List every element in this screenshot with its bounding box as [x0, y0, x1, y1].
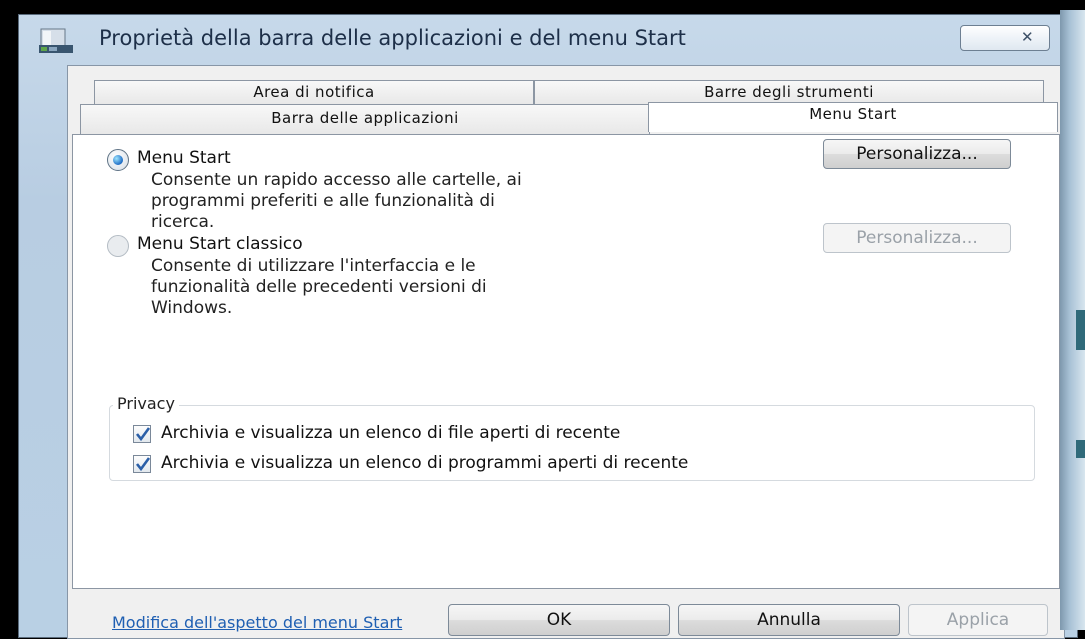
privacy-title: Privacy	[113, 394, 179, 413]
close-icon: ✕	[1021, 28, 1034, 46]
recent-files-label: Archivia e visualizza un elenco di file …	[161, 423, 621, 443]
background-decoration	[1076, 440, 1085, 458]
customize-start-menu-button[interactable]: Personalizza...	[823, 139, 1011, 169]
description-line: Consente di utilizzare l'interfaccia e l…	[151, 256, 476, 276]
apply-button[interactable]: Applica	[908, 604, 1048, 636]
description-line: programmi preferiti e alle funzionalità …	[151, 191, 495, 211]
checkmark-icon	[135, 427, 151, 442]
menu-start-label: Menu Start	[137, 148, 231, 168]
menu-start-description: Consente un rapido accesso alle cartelle…	[151, 170, 522, 233]
tab-menu-start[interactable]: Menu Start	[648, 102, 1058, 132]
customize-classic-menu-button[interactable]: Personalizza...	[823, 223, 1011, 253]
classic-start-menu-label: Menu Start classico	[137, 234, 303, 254]
ok-button[interactable]: OK	[448, 604, 670, 636]
checkmark-icon	[135, 457, 151, 472]
title-bar: Proprietà della barra delle applicazioni…	[19, 15, 1077, 63]
dialog-client-area: Area di notifica Barre degli strumenti B…	[67, 65, 1065, 639]
background-decoration	[1076, 310, 1085, 350]
description-line: Consente un rapido accesso alle cartelle…	[151, 170, 522, 190]
taskbar-properties-icon	[39, 28, 73, 53]
classic-start-menu-description: Consente di utilizzare l'interfaccia e l…	[151, 256, 487, 319]
recent-files-checkbox[interactable]	[133, 425, 151, 443]
recent-programs-checkbox[interactable]	[133, 455, 151, 473]
description-line: Windows.	[151, 298, 233, 318]
customize-start-menu-link[interactable]: Modifica dell'aspetto del menu Start	[112, 613, 402, 632]
background-window-edge	[1060, 10, 1085, 630]
close-button[interactable]: ✕	[960, 25, 1050, 51]
dialog-window: Proprietà della barra delle applicazioni…	[18, 14, 1078, 639]
tab-area-di-notifica[interactable]: Area di notifica	[94, 80, 534, 104]
classic-start-menu-radio[interactable]	[107, 235, 129, 257]
menu-start-radio[interactable]	[107, 149, 129, 171]
window-title: Proprietà della barra delle applicazioni…	[99, 26, 686, 50]
menu-start-panel: Menu Start Consente un rapido accesso al…	[72, 134, 1060, 632]
tab-barra-delle-applicazioni[interactable]: Barra delle applicazioni	[80, 104, 650, 134]
recent-programs-label: Archivia e visualizza un elenco di progr…	[161, 453, 689, 473]
tab-barre-degli-strumenti[interactable]: Barre degli strumenti	[534, 80, 1044, 104]
cancel-button[interactable]: Annulla	[678, 604, 900, 636]
description-line: ricerca.	[151, 212, 215, 232]
description-line: funzionalità delle precedenti versioni d…	[151, 277, 487, 297]
